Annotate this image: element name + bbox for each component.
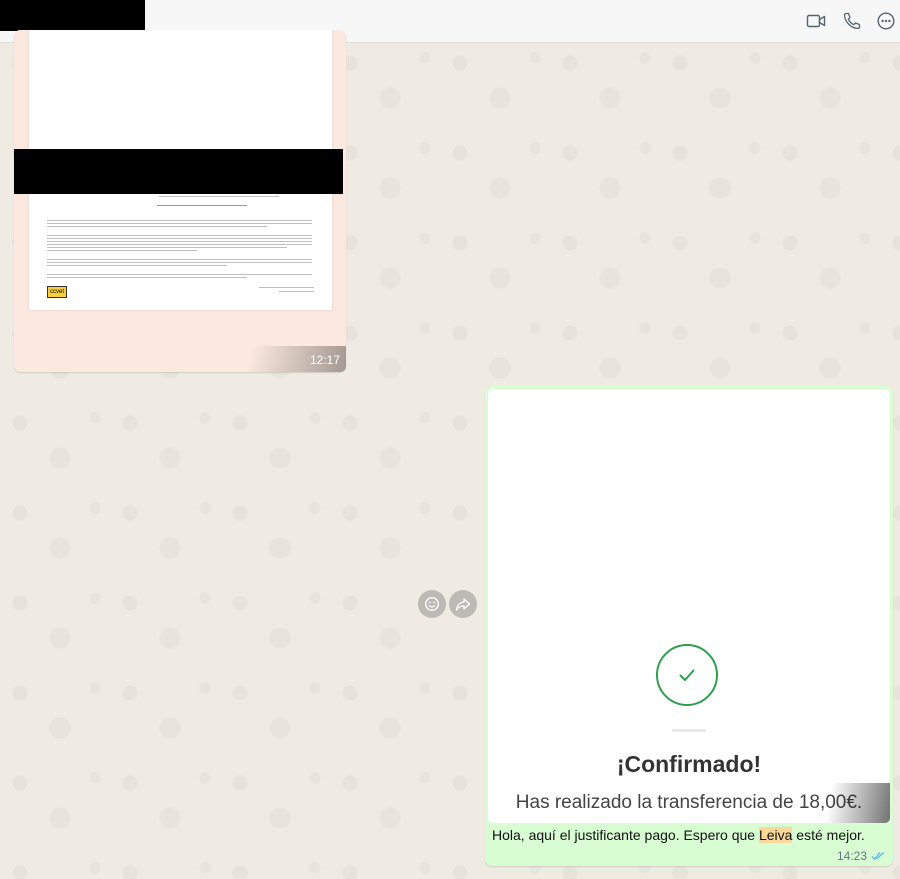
read-ticks-icon — [871, 852, 884, 861]
message-time: 12:17 — [309, 353, 340, 367]
receipt-image[interactable]: ¡Confirmado! Has realizado la transferen… — [488, 389, 890, 823]
incoming-document-message[interactable]: ccvet 12:17 — [14, 30, 346, 372]
search-highlight: Leiva — [758, 827, 793, 843]
voice-call-icon[interactable] — [842, 11, 862, 31]
outgoing-receipt-message[interactable]: ¡Confirmado! Has realizado la transferen… — [485, 386, 893, 866]
redacted-document-area — [14, 149, 343, 194]
message-time: 14:23 — [836, 849, 867, 863]
confirmed-check-circle — [656, 644, 718, 706]
image-shade — [810, 783, 890, 823]
check-icon — [679, 669, 695, 681]
forward-icon — [455, 598, 471, 611]
message-text: Hola, aquí el justificante pago. Espero … — [492, 827, 865, 843]
receipt-title: ¡Confirmado! — [616, 751, 762, 777]
message-text-part: esté mejor. — [792, 827, 865, 843]
more-options-icon[interactable] — [876, 11, 896, 31]
document-logo: ccvet — [47, 286, 67, 298]
message-text-part: Hola, aquí el justificante pago. Espero … — [492, 827, 759, 843]
emoji-react-button[interactable] — [418, 590, 446, 618]
video-call-icon[interactable] — [806, 11, 826, 31]
forward-button[interactable] — [449, 590, 477, 618]
emoji-react-icon — [425, 597, 439, 611]
divider — [672, 729, 706, 732]
message-meta: 14:23 — [837, 849, 885, 863]
redacted-contact-name — [0, 0, 145, 31]
